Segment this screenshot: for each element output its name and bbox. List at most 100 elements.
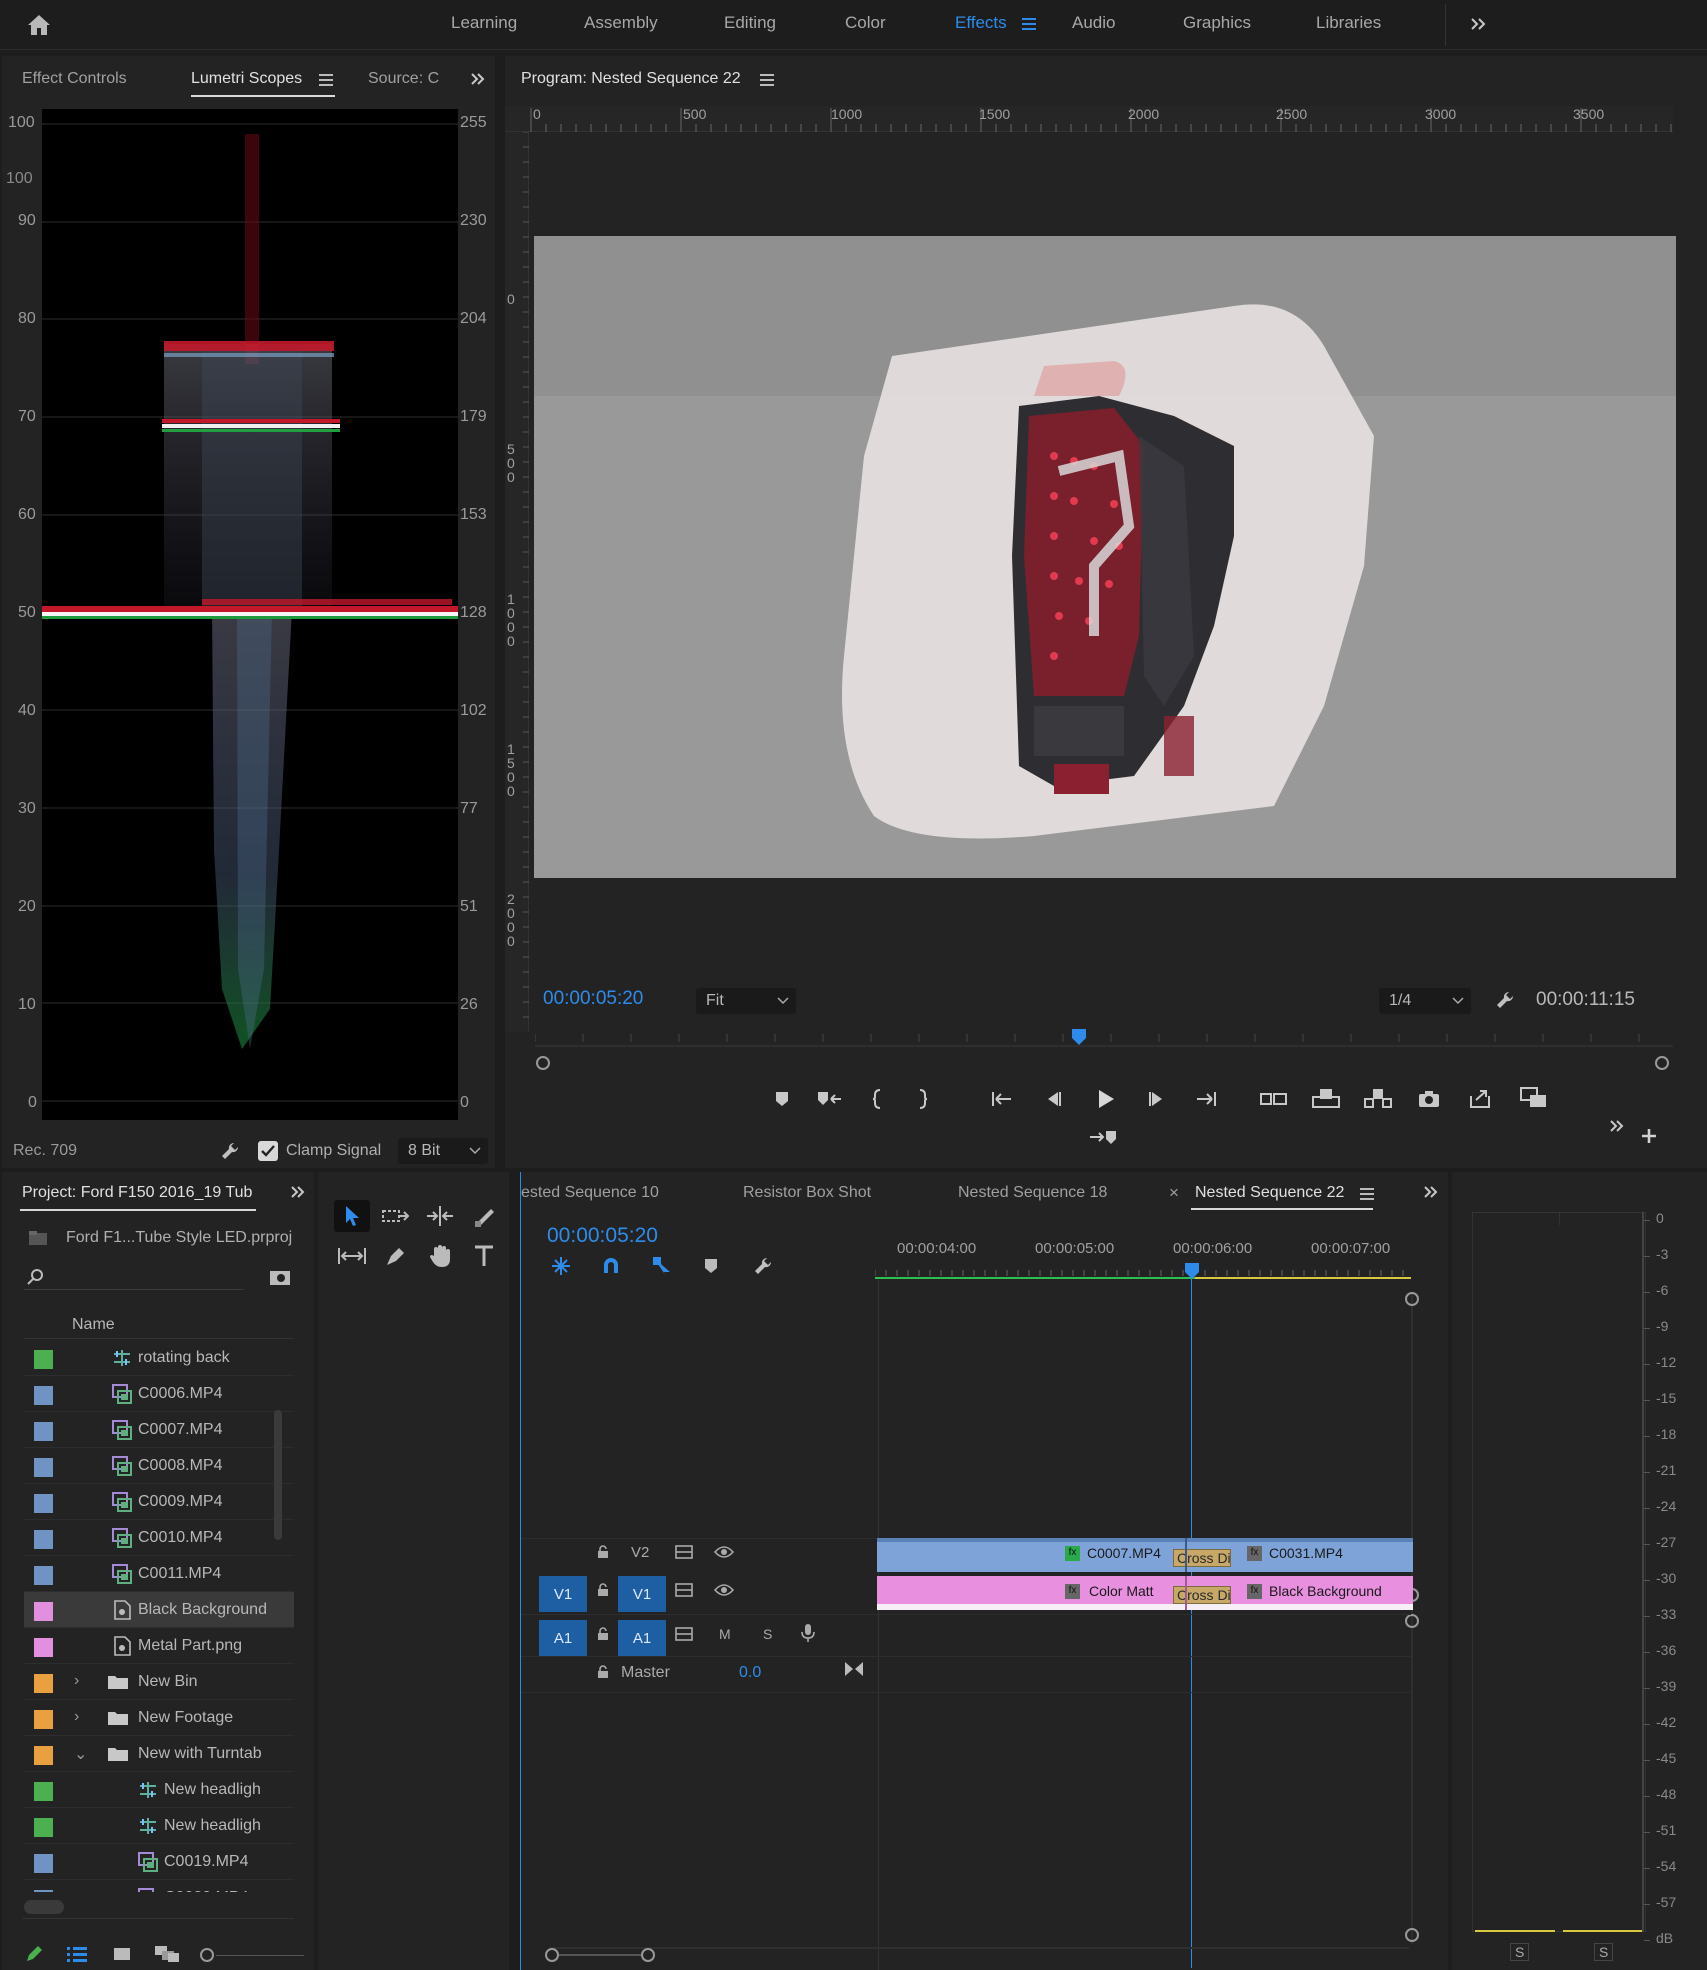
workspace-menu-icon[interactable]	[1020, 15, 1038, 33]
ripple-edit-tool-icon[interactable]	[422, 1200, 458, 1232]
disclosure-triangle-icon[interactable]: ›	[74, 1708, 79, 1726]
track-label-v2[interactable]: V2	[631, 1544, 649, 1561]
project-list-item[interactable]: Metal Part.png	[24, 1628, 294, 1664]
disclosure-triangle-icon[interactable]: ⌄	[74, 1744, 87, 1764]
list-scrollbar[interactable]	[274, 1410, 282, 1540]
share-icon[interactable]	[1465, 1083, 1495, 1113]
timeline-timecode[interactable]: 00:00:05:20	[547, 1224, 658, 1248]
selection-tool-icon[interactable]	[334, 1200, 370, 1232]
project-list-item[interactable]: C0007.MP4	[24, 1412, 294, 1448]
zoom-slider-track[interactable]	[216, 1955, 304, 1956]
panel-menu-icon[interactable]	[1359, 1186, 1375, 1202]
mute-track-button[interactable]: M	[719, 1626, 731, 1642]
lock-icon[interactable]	[593, 1580, 613, 1600]
label-color-swatch[interactable]	[34, 1746, 53, 1765]
timeline-tab-nested-sequence-10[interactable]: ested Sequence 10	[521, 1184, 659, 1202]
cross-dissolve-transition[interactable]: Cross Di	[1173, 1586, 1231, 1604]
label-color-swatch[interactable]	[34, 1710, 53, 1729]
export-frame-icon[interactable]	[1414, 1085, 1444, 1113]
icon-view-icon[interactable]	[110, 1942, 134, 1966]
pen-tool-icon[interactable]	[378, 1240, 414, 1272]
timeline-settings-wrench-icon[interactable]	[751, 1254, 775, 1278]
project-list-item[interactable]: C0008.MP4	[24, 1448, 294, 1484]
mark-in-icon[interactable]	[865, 1085, 889, 1113]
label-color-swatch[interactable]	[34, 1674, 53, 1693]
timeline-playhead[interactable]	[1184, 1262, 1200, 1280]
eye-icon[interactable]	[713, 1580, 735, 1600]
button-editor-plus-icon[interactable]	[1639, 1126, 1659, 1146]
project-title[interactable]: Project: Ford F150 2016_19 Tub	[22, 1184, 254, 1202]
bit-depth-dropdown[interactable]: 8 Bit	[398, 1138, 488, 1164]
clip-c0007[interactable]: C0007.MP4	[1087, 1545, 1161, 1561]
wrench-icon[interactable]	[1493, 988, 1517, 1012]
project-list-item[interactable]: › New Bin	[24, 1664, 294, 1700]
eye-icon[interactable]	[713, 1542, 735, 1562]
timeline-tab-resistor-box-shot[interactable]: Resistor Box Shot	[743, 1184, 871, 1202]
close-tab-icon[interactable]: ×	[1169, 1183, 1179, 1203]
sync-lock-icon[interactable]	[673, 1580, 695, 1600]
lock-icon[interactable]	[593, 1662, 613, 1682]
project-list-item[interactable]: Black Background	[24, 1592, 294, 1628]
track-target-a1[interactable]: A1	[618, 1620, 666, 1656]
sync-lock-icon[interactable]	[673, 1624, 695, 1644]
go-to-in-icon[interactable]	[987, 1085, 1017, 1113]
label-color-swatch[interactable]	[34, 1350, 53, 1369]
freeform-view-icon[interactable]	[152, 1942, 182, 1966]
h-scroll-thumb[interactable]	[559, 1954, 641, 1956]
scrub-start-handle[interactable]	[536, 1056, 550, 1070]
time-ruler[interactable]	[875, 1260, 1411, 1280]
resolution-dropdown[interactable]: 1/4	[1379, 988, 1471, 1014]
slip-tool-icon[interactable]	[334, 1240, 370, 1272]
source-patch-a1[interactable]: A1	[539, 1620, 587, 1656]
hand-tool-icon[interactable]	[422, 1240, 458, 1272]
label-color-swatch[interactable]	[34, 1638, 53, 1657]
go-to-playhead-icon[interactable]	[1085, 1123, 1121, 1151]
label-color-swatch[interactable]	[34, 1530, 53, 1549]
wrench-icon[interactable]	[218, 1139, 242, 1163]
workspace-audio[interactable]: Audio	[1072, 13, 1115, 33]
project-list-item[interactable]: New headligh	[24, 1772, 294, 1808]
more-tabs-icon[interactable]	[468, 69, 488, 89]
tab-lumetri-scopes[interactable]: Lumetri Scopes	[191, 70, 302, 88]
sync-lock-icon[interactable]	[673, 1542, 695, 1562]
clamp-signal-checkbox[interactable]	[258, 1141, 278, 1161]
workspace-libraries[interactable]: Libraries	[1316, 13, 1381, 33]
label-color-swatch[interactable]	[34, 1602, 53, 1621]
label-color-swatch[interactable]	[34, 1494, 53, 1513]
lock-icon[interactable]	[593, 1624, 613, 1644]
current-timecode[interactable]: 00:00:05:20	[543, 988, 643, 1010]
pencil-icon[interactable]	[22, 1942, 46, 1966]
clip-black-background[interactable]: Black Background	[1269, 1583, 1382, 1599]
scroll-handle-top[interactable]	[1405, 1292, 1419, 1306]
playhead-marker[interactable]	[1071, 1028, 1087, 1046]
search-input[interactable]	[24, 1264, 244, 1290]
insert-icon[interactable]	[1257, 1085, 1291, 1113]
extract-icon[interactable]	[1361, 1083, 1395, 1113]
project-list-item[interactable]: C0019.MP4	[24, 1844, 294, 1880]
name-column-header[interactable]: Name	[72, 1316, 115, 1334]
zoom-slider-handle[interactable]	[200, 1948, 214, 1962]
scrub-end-handle[interactable]	[1655, 1056, 1669, 1070]
tab-effect-controls[interactable]: Effect Controls	[22, 70, 127, 88]
mark-out-icon[interactable]	[911, 1085, 935, 1113]
project-list-item[interactable]: › New Footage	[24, 1700, 294, 1736]
lift-icon[interactable]	[1309, 1083, 1343, 1113]
microphone-icon[interactable]	[797, 1622, 819, 1644]
workspace-color[interactable]: Color	[845, 13, 886, 33]
add-marker-icon[interactable]	[767, 1085, 797, 1113]
solo-right-button[interactable]: S	[1594, 1943, 1614, 1961]
program-video-frame[interactable]	[534, 236, 1676, 878]
add-marker-icon[interactable]	[699, 1254, 723, 1278]
go-to-out-icon[interactable]	[1191, 1085, 1221, 1113]
label-color-swatch[interactable]	[34, 1458, 53, 1477]
label-color-swatch[interactable]	[34, 1818, 53, 1837]
play-icon[interactable]	[1089, 1083, 1123, 1115]
master-volume-value[interactable]: 0.0	[739, 1664, 761, 1682]
linked-selection-icon[interactable]	[651, 1254, 675, 1278]
project-list-item[interactable]: ⌄ New with Turntab	[24, 1736, 294, 1772]
h-scroll-handle-right[interactable]	[641, 1948, 655, 1962]
label-color-swatch[interactable]	[34, 1422, 53, 1441]
clip-c0031[interactable]: C0031.MP4	[1269, 1545, 1343, 1561]
workspace-editing[interactable]: Editing	[724, 13, 776, 33]
scroll-handle-bottom[interactable]	[1405, 1928, 1419, 1942]
